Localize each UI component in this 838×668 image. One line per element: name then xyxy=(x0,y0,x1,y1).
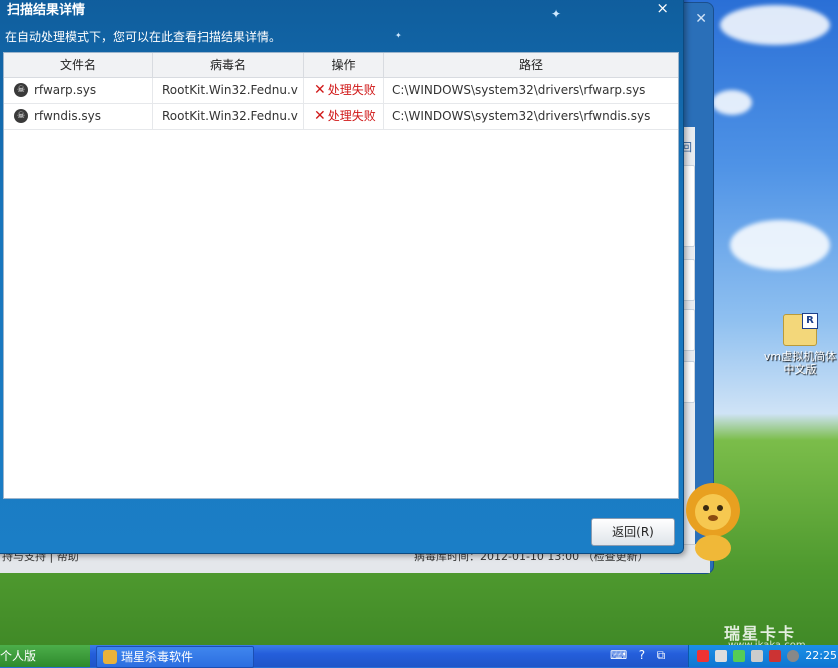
clock[interactable]: 22:25 xyxy=(805,649,837,662)
column-header-virus[interactable]: 病毒名 xyxy=(153,53,304,77)
scan-result-dialog: ✦ ✦ 扫描结果详情 × 在自动处理模式下，您可以在此查看扫描结果详情。 文件名… xyxy=(0,0,684,554)
file-name: rfwndis.sys xyxy=(34,109,101,123)
file-name: rfwarp.sys xyxy=(34,83,97,97)
sparkle-icon: ✦ xyxy=(551,7,562,21)
file-path: C:\WINDOWS\system32\drivers\rfwndis.sys xyxy=(392,109,651,123)
folder-icon: R xyxy=(783,313,818,346)
restore-icon[interactable]: ⧉ xyxy=(657,648,666,662)
help-icon[interactable]: ? xyxy=(639,648,645,662)
desktop-shortcut-vm[interactable]: R vm虚拟机简体中文版 xyxy=(762,313,838,376)
action-status-text: 处理失败 xyxy=(327,83,376,97)
virus-skull-icon: ☠ xyxy=(14,109,28,123)
tray-stop-icon[interactable] xyxy=(697,650,709,662)
sparkle-icon: ✦ xyxy=(395,31,402,40)
shield-icon xyxy=(103,650,117,664)
action-status: ✕ 处理失败 xyxy=(314,78,384,103)
virus-name: RootKit.Win32.Fednu.v xyxy=(162,83,298,97)
tray-monitor-icon[interactable] xyxy=(751,650,763,662)
fail-x-icon: ✕ xyxy=(314,108,326,124)
table-header: 文件名 病毒名 操作 路径 xyxy=(4,53,678,78)
table-row[interactable]: ☠ rfwndis.sys RootKit.Win32.Fednu.v ✕ 处理失… xyxy=(4,104,678,130)
fail-x-icon: ✕ xyxy=(314,82,326,98)
quick-launch: ⌨ ? ⧉ xyxy=(610,648,665,663)
taskbar: 个人版 瑞星杀毒软件 ⌨ ? ⧉ 22:25 xyxy=(0,645,838,668)
dialog-title: 扫描结果详情 xyxy=(7,3,86,18)
lion-mascot-icon[interactable] xyxy=(683,480,743,562)
desktop-shortcut-label: vm虚拟机简体中文版 xyxy=(763,350,837,376)
close-button[interactable]: × xyxy=(656,0,669,17)
return-button[interactable]: 返回(R) xyxy=(591,518,675,546)
tray-shield-icon[interactable] xyxy=(769,650,781,662)
action-status-text: 处理失败 xyxy=(327,109,376,123)
file-path: C:\WINDOWS\system32\drivers\rfwarp.sys xyxy=(392,83,646,97)
cloud xyxy=(730,220,830,270)
taskbar-item-label: 瑞星杀毒软件 xyxy=(121,650,194,664)
column-header-action[interactable]: 操作 xyxy=(304,53,384,77)
tray-network-icon[interactable] xyxy=(715,650,727,662)
action-status: ✕ 处理失败 xyxy=(314,104,384,129)
tray-speaker-icon[interactable] xyxy=(787,650,799,662)
table-row[interactable]: ☠ rfwarp.sys RootKit.Win32.Fednu.v ✕ 处理失败… xyxy=(4,78,678,104)
taskbar-item-antivirus[interactable]: 瑞星杀毒软件 xyxy=(96,646,254,668)
tray-app-icon[interactable] xyxy=(733,650,745,662)
virus-skull-icon: ☠ xyxy=(14,83,28,97)
keyboard-icon[interactable]: ⌨ xyxy=(610,648,627,662)
results-table: 文件名 病毒名 操作 路径 ☠ rfwarp.sys RootKit.Win32… xyxy=(3,52,679,499)
start-button[interactable]: 个人版 xyxy=(0,645,90,667)
system-tray: 22:25 xyxy=(688,645,838,667)
column-header-path[interactable]: 路径 xyxy=(384,53,678,77)
close-icon[interactable]: ✕ xyxy=(695,11,707,27)
cloud xyxy=(720,5,830,45)
dialog-subtitle: 在自动处理模式下，您可以在此查看扫描结果详情。 xyxy=(5,30,282,44)
column-header-filename[interactable]: 文件名 xyxy=(4,53,153,77)
virus-name: RootKit.Win32.Fednu.v xyxy=(162,109,298,123)
cloud xyxy=(712,90,752,115)
